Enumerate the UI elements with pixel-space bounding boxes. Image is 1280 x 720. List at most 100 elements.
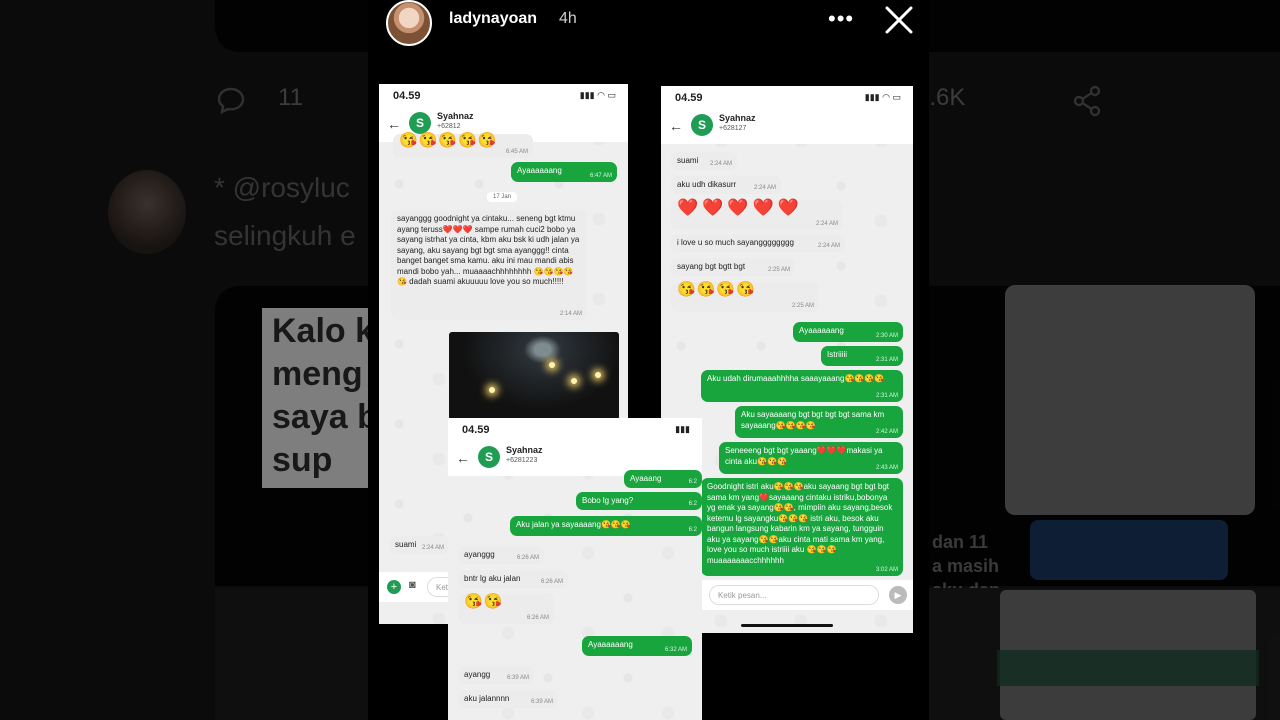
contact-name: Syahnaz [719, 113, 756, 123]
contact-avatar[interactable]: S [409, 112, 431, 134]
message-text: ayangg [464, 670, 491, 679]
back-arrow-icon[interactable]: ← [387, 116, 401, 132]
chat-message: aku jalannnn 6:39 AM [458, 690, 558, 708]
message-text: Istriiiii [827, 350, 847, 359]
chat-message: bntr lg aku jalan 6:26 AM [458, 570, 568, 588]
chat-message: Aku udah dirumaaahhhha saaayaaang😘😘😘😘 2:3… [701, 370, 903, 402]
message-time: 2:42 AM [875, 428, 898, 435]
contact-number: +62812 [437, 123, 461, 130]
message-time: 6:26 AM [540, 578, 563, 585]
message-text: Aku udah dirumaaahhhha saaayaaang😘😘😘😘 [707, 374, 885, 383]
night-road-photo[interactable] [449, 332, 619, 420]
story-viewer[interactable]: ladynayoan 4h ••• 04.59 ▮▮▮ ◠ ▭ ← S Syah… [368, 0, 929, 720]
message-text: 😘😘😘😘 [677, 281, 756, 298]
chat-message: 😘😘 6:26 AM [458, 594, 554, 624]
message-text: Ayaaaaaang [588, 640, 633, 649]
date-divider: 17 Jan [487, 192, 518, 202]
chat-message: Bobo lg yang? 6:2 [576, 492, 702, 510]
message-text: suami [677, 156, 699, 165]
message-text: bntr lg aku jalan [464, 574, 521, 583]
story-avatar[interactable] [386, 0, 432, 46]
message-time: 2:24 AM [817, 242, 840, 249]
back-arrow-icon[interactable]: ← [456, 450, 470, 466]
message-time: 6:2 [688, 478, 697, 485]
back-arrow-icon[interactable]: ← [669, 118, 683, 134]
message-time: 2:25 AM [767, 266, 790, 273]
message-time: 6:45 AM [505, 148, 528, 155]
contact-name: Syahnaz [506, 445, 543, 455]
message-time: 6:26 AM [516, 554, 539, 561]
message-text: Goodnight istri aku😘😘😘aku sayaang bgt bg… [707, 482, 893, 565]
message-time: 2:25 AM [791, 302, 814, 309]
plus-icon[interactable]: + [387, 580, 401, 594]
chat-message: Aku sayaaaang bgt bgt bgt bgt sama km sa… [735, 406, 903, 438]
contact-number: +6281223 [506, 457, 538, 464]
chat-message: Ayaaaaaang 6:32 AM [582, 636, 692, 656]
chat-message: i love u so much sayangggggggg 2:24 AM [671, 234, 845, 252]
emoji-row: 😘😘😘😘😘 [399, 132, 498, 149]
message-text: 😘😘 [464, 593, 504, 610]
chat-message: Ayaaaaaang 2:30 AM [793, 322, 903, 342]
chat-screenshot-middle: 04.59 ▮▮▮ ← S Syahnaz +6281223 Ayaaang 6:… [448, 418, 702, 720]
chat-message: ❤️❤️❤️❤️❤️ 2:24 AM [671, 198, 843, 230]
message-time: 2:31 AM [875, 356, 898, 363]
message-time: 2:43 AM [875, 464, 898, 471]
message-text: Ayaaaaaang [517, 166, 562, 175]
message-text: sayanggg goodnight ya cintaku... seneng … [397, 214, 580, 286]
contact-avatar[interactable]: S [691, 114, 713, 136]
close-icon[interactable] [883, 4, 915, 36]
more-horizontal-icon[interactable]: ••• [828, 6, 854, 32]
chat-message: sayanggg goodnight ya cintaku... seneng … [391, 210, 587, 320]
send-icon[interactable]: ▶ [889, 586, 907, 604]
home-indicator [741, 624, 833, 627]
status-time: 04.59 [393, 90, 421, 102]
status-time: 04.59 [675, 92, 703, 104]
message-time: 6:39 AM [530, 698, 553, 705]
message-time: 2:24 AM [753, 184, 776, 191]
contact-name: Syahnaz [437, 111, 474, 121]
status-icons: ▮▮▮ [675, 424, 690, 434]
message-time: 2:24 AM [815, 220, 838, 227]
message-input[interactable]: Ketik pesan... [709, 585, 879, 605]
message-time: 2:24 AM [709, 160, 732, 167]
chat-message: suami 2:24 AM [389, 536, 449, 554]
message-time: 6:32 AM [664, 646, 687, 653]
message-text: Bobo lg yang? [582, 496, 634, 505]
status-time: 04.59 [462, 424, 490, 436]
message-time: 2:24 AM [421, 544, 444, 551]
chat-message: aku udh dikasurr 2:24 AM [671, 176, 781, 194]
camera-icon[interactable]: ◙ [409, 579, 416, 591]
message-time: 3:02 AM [875, 566, 898, 573]
message-text: Seneeeng bgt bgt yaaang❤️❤️❤️makasi ya c… [725, 446, 883, 466]
message-text: Ayaaang [630, 474, 662, 483]
chat-header: ← S Syahnaz +628127 [661, 110, 913, 144]
message-text: Ayaaaaaang [799, 326, 844, 335]
message-time: 6:47 AM [589, 172, 612, 179]
message-text: Aku sayaaaang bgt bgt bgt bgt sama km sa… [741, 410, 885, 430]
contact-avatar[interactable]: S [478, 446, 500, 468]
message-text: sayang bgt bgtt bgt [677, 262, 746, 271]
message-text: suami [395, 540, 417, 549]
chat-message: sayang bgt bgtt bgt 2:25 AM [671, 258, 795, 276]
message-text: aku udh dikasurr [677, 180, 737, 189]
chat-message: Goodnight istri aku😘😘😘aku sayaang bgt bg… [701, 478, 903, 576]
contact-number: +628127 [719, 125, 747, 132]
message-text: i love u so much sayangggggggg [677, 238, 794, 247]
message-time: 2:30 AM [875, 332, 898, 339]
message-time: 2:14 AM [559, 310, 582, 317]
status-icons: ▮▮▮ ◠ ▭ [579, 90, 616, 100]
chat-message: ayangg 6:39 AM [458, 666, 534, 684]
story-header: ladynayoan 4h ••• [368, 0, 929, 46]
chat-message: 😘😘😘😘 2:25 AM [671, 282, 819, 312]
status-icons: ▮▮▮ ◠ ▭ [864, 92, 901, 102]
chat-message: ayanggg 6:26 AM [458, 546, 544, 564]
message-time: 6:39 AM [506, 674, 529, 681]
chat-message: Ayaaaaaang 6:47 AM [511, 162, 617, 182]
message-time: 6:2 [688, 500, 697, 507]
message-text: ❤️❤️❤️❤️❤️ [677, 198, 803, 217]
message-text: aku jalannnn [464, 694, 510, 703]
message-time: 6:2 [688, 526, 697, 533]
story-username[interactable]: ladynayoan [449, 10, 537, 28]
message-time: 2:31 AM [875, 392, 898, 399]
message-time: 6:26 AM [526, 614, 549, 621]
